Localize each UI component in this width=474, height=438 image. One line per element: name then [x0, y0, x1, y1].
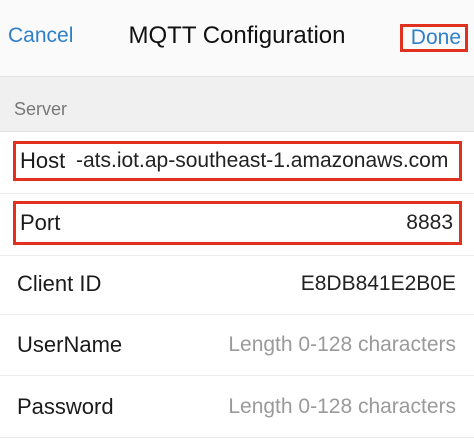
client-id-label: Client ID	[17, 271, 102, 296]
password-label: Password	[17, 394, 114, 419]
host-row[interactable]: Host -ats.iot.ap-southeast-1.amazonaws.c…	[0, 132, 474, 194]
navigation-bar: Cancel MQTT Configuration Done	[0, 0, 474, 77]
port-value[interactable]: 8883	[406, 204, 453, 242]
client-id-value[interactable]: E8DB841E2B0E	[301, 253, 456, 315]
port-field[interactable]: Port 8883	[13, 201, 462, 245]
password-input[interactable]	[196, 376, 456, 438]
port-label: Port	[20, 210, 61, 235]
host-label: Host	[20, 148, 66, 173]
client-id-row[interactable]: Client ID E8DB841E2B0E	[0, 253, 474, 315]
server-section-label: Server	[14, 99, 68, 119]
done-button[interactable]: Done	[400, 24, 468, 52]
server-section-header: Server	[0, 77, 474, 132]
host-value[interactable]: -ats.iot.ap-southeast-1.amazonaws.com	[76, 144, 448, 178]
username-row[interactable]: UserName	[0, 314, 474, 376]
port-row[interactable]: Port 8883	[0, 194, 474, 256]
password-row[interactable]: Password	[0, 376, 474, 438]
username-input[interactable]	[196, 314, 456, 376]
username-label: UserName	[17, 332, 123, 357]
host-field[interactable]: Host -ats.iot.ap-southeast-1.amazonaws.c…	[13, 141, 462, 181]
